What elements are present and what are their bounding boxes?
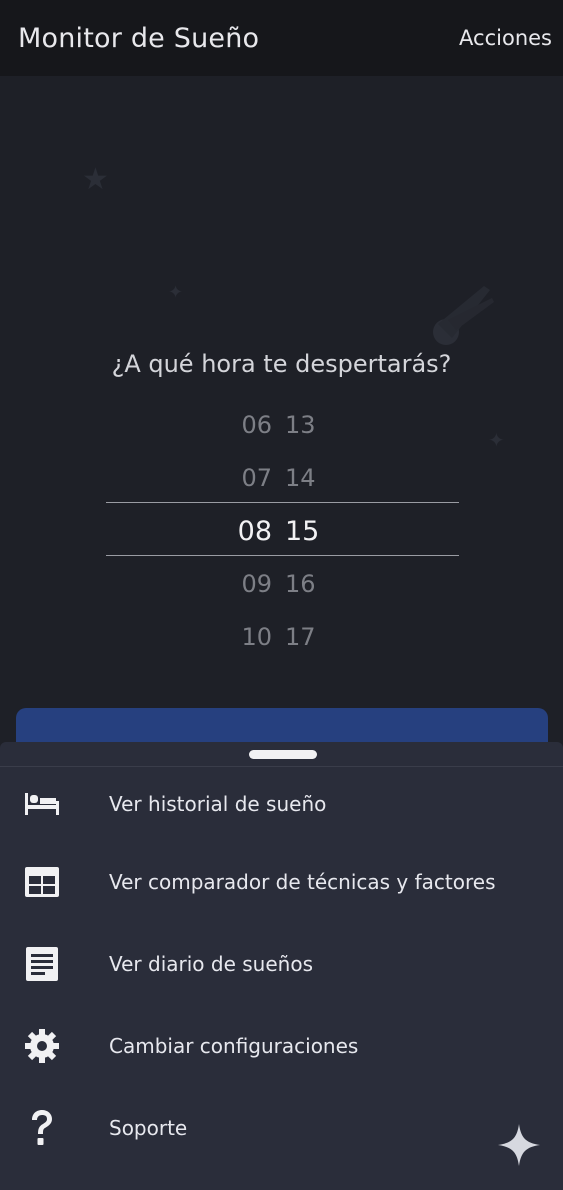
picker-minute-selected[interactable]: 15 bbox=[282, 516, 340, 547]
picker-hour[interactable]: 10 bbox=[230, 623, 282, 651]
picker-hour[interactable]: 09 bbox=[230, 570, 282, 598]
help-icon bbox=[22, 1108, 62, 1148]
menu-item-label: Ver comparador de técnicas y factores bbox=[109, 870, 496, 894]
app-title: Monitor de Sueño bbox=[18, 22, 260, 54]
gear-icon bbox=[22, 1026, 62, 1066]
picker-row[interactable]: 10 17 bbox=[230, 617, 340, 657]
menu-item-label: Ver historial de sueño bbox=[109, 792, 327, 816]
bed-icon bbox=[22, 784, 62, 824]
picker-row[interactable]: 06 13 bbox=[230, 405, 340, 445]
wake-time-question: ¿A qué hora te despertarás? bbox=[111, 350, 452, 378]
sheet-drag-handle[interactable] bbox=[249, 750, 317, 759]
menu-item-dream-diary[interactable]: Ver diario de sueños bbox=[0, 934, 563, 994]
menu-item-support[interactable]: Soporte bbox=[0, 1098, 563, 1158]
menu-item-label: Soporte bbox=[109, 1116, 188, 1140]
menu-item-settings[interactable]: Cambiar configuraciones bbox=[0, 1016, 563, 1076]
menu-item-label: Ver diario de sueños bbox=[109, 952, 313, 976]
decorative-comet-icon bbox=[433, 286, 494, 345]
wake-time-screen: ★ ✦ ✦ ¿A qué hora te despertarás? 06 13 … bbox=[0, 76, 563, 776]
picker-row[interactable]: 09 16 bbox=[230, 564, 340, 604]
menu-item-sleep-history[interactable]: Ver historial de sueño bbox=[0, 774, 563, 834]
sheet-divider bbox=[0, 766, 563, 767]
picker-hour[interactable]: 06 bbox=[230, 411, 282, 439]
picker-selection-bottom-line bbox=[106, 555, 459, 556]
picker-minute[interactable]: 16 bbox=[282, 570, 340, 598]
decorative-sparkle-icon: ✦ bbox=[168, 282, 184, 303]
picker-selection-top-line bbox=[106, 502, 459, 503]
picker-hour-selected[interactable]: 08 bbox=[230, 516, 282, 547]
notes-icon bbox=[22, 944, 62, 984]
picker-row-selected[interactable]: 08 15 bbox=[230, 511, 340, 551]
table-grid-icon bbox=[22, 862, 62, 902]
menu-item-label: Cambiar configuraciones bbox=[109, 1034, 359, 1058]
app-bar: Monitor de Sueño Acciones bbox=[0, 0, 563, 76]
decorative-star-icon: ★ bbox=[82, 162, 109, 197]
picker-hour[interactable]: 07 bbox=[230, 464, 282, 492]
picker-minute[interactable]: 13 bbox=[282, 411, 340, 439]
picker-row[interactable]: 07 14 bbox=[230, 458, 340, 498]
picker-minute[interactable]: 14 bbox=[282, 464, 340, 492]
actions-bottom-sheet: Ver historial de sueño Ver comparador de… bbox=[0, 742, 563, 1190]
decorative-sparkle-icon: ✦ bbox=[488, 428, 505, 452]
menu-item-technique-comparator[interactable]: Ver comparador de técnicas y factores bbox=[0, 852, 563, 912]
picker-minute[interactable]: 17 bbox=[282, 623, 340, 651]
sparkle-icon bbox=[498, 1124, 540, 1166]
actions-button[interactable]: Acciones bbox=[459, 26, 552, 50]
